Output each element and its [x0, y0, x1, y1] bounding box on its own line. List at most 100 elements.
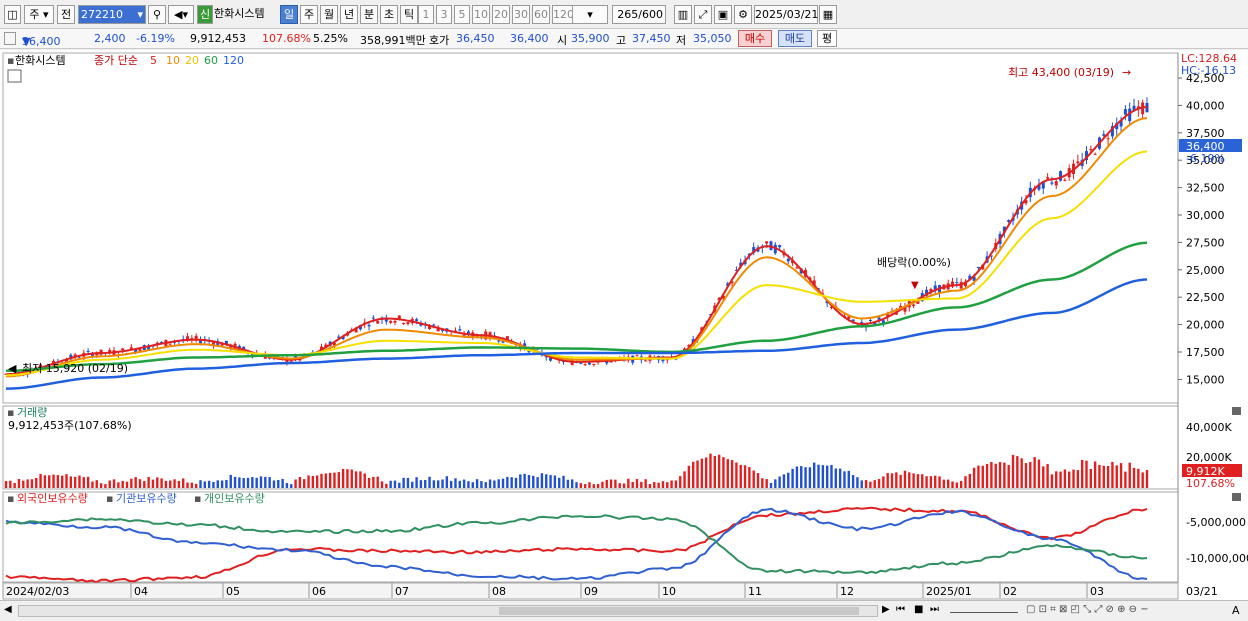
- eval-button[interactable]: 평: [817, 30, 837, 47]
- volume-bar: [1145, 470, 1149, 488]
- volume-bar: [769, 482, 773, 488]
- date-input[interactable]: 2025/03/21: [754, 5, 818, 24]
- candle-body: [1059, 171, 1063, 181]
- period-tab[interactable]: 주: [300, 5, 318, 24]
- volume-bar: [527, 475, 531, 488]
- search-icon[interactable]: ⚲: [148, 5, 166, 24]
- chart-area[interactable]: ▪ 한화시스템 종가 단순 5 10 20 60 120 LC:128.64 H…: [0, 50, 1248, 600]
- candle-icon[interactable]: ▥: [674, 5, 692, 24]
- first-icon[interactable]: ⏮: [896, 604, 905, 615]
- x-label: 04: [134, 585, 148, 598]
- chart-svg[interactable]: ▪ 한화시스템 종가 단순 5 10 20 60 120 LC:128.64 H…: [0, 50, 1248, 600]
- candle-body: [458, 329, 462, 331]
- period-tab[interactable]: 초: [380, 5, 398, 24]
- volume-bar: [156, 477, 159, 488]
- zoom-slider[interactable]: [950, 607, 1018, 613]
- interval-tab[interactable]: 1: [418, 5, 434, 24]
- volume-bar: [441, 479, 444, 488]
- x-label: 11: [748, 585, 762, 598]
- scroll-track[interactable]: [18, 605, 878, 617]
- count-input[interactable]: 265/600: [612, 5, 666, 24]
- ask-label: 호가: [429, 34, 450, 47]
- volume-bar: [311, 476, 315, 488]
- period-tab[interactable]: 월: [320, 5, 338, 24]
- volume-bar: [946, 479, 950, 488]
- volume-bar: [519, 474, 522, 488]
- collapse-toggle[interactable]: [4, 32, 16, 45]
- candle-body: [955, 282, 959, 284]
- toolbar: ◫ 주 ▾ 전 272210 ▾ ⚲ ◀▾ 신 한화시스템 일주월년분초틱 135…: [0, 0, 1248, 29]
- volume-bar: [147, 476, 150, 488]
- sell-button[interactable]: 매도: [778, 30, 812, 47]
- font-size-icon[interactable]: A: [1232, 604, 1240, 617]
- volume-bar: [13, 483, 16, 488]
- volume-bar: [683, 471, 686, 488]
- line-tool-icon[interactable]: ⤢: [694, 5, 712, 24]
- table-toggle-icon[interactable]: [7, 69, 22, 83]
- stop-icon[interactable]: ■: [914, 604, 923, 615]
- scroll-left-icon[interactable]: ◀: [4, 604, 12, 615]
- interval-tab[interactable]: 120: [552, 5, 574, 24]
- gear-icon[interactable]: ⚙: [734, 5, 752, 24]
- candle-body: [367, 324, 371, 327]
- interval-tab[interactable]: 10: [472, 5, 490, 24]
- vol-tick-20000: 20,000K: [1186, 451, 1232, 464]
- scroll-right-icon[interactable]: ▶: [882, 604, 890, 615]
- prev-button[interactable]: 전: [57, 5, 75, 24]
- price-tick: 42,500: [1186, 72, 1225, 85]
- volume-bar: [575, 482, 578, 488]
- volume-bar: [1003, 462, 1006, 488]
- x-label: 03: [1090, 585, 1104, 598]
- candle-body: [432, 324, 436, 326]
- price-tick: 27,500: [1186, 236, 1225, 249]
- volume-bar: [562, 475, 565, 488]
- interval-tab[interactable]: 5: [454, 5, 470, 24]
- volume-bar: [981, 465, 984, 488]
- close-panel-icon[interactable]: [1232, 493, 1241, 501]
- tool-icons[interactable]: ▢ ⊡ ⌗ ⊠ ◰ ⤡ ⤢ ⊘ ⊕ ⊖ −: [1026, 604, 1149, 615]
- volume-bar: [143, 481, 146, 488]
- period-tab[interactable]: 년: [340, 5, 358, 24]
- buy-button[interactable]: 매수: [738, 30, 772, 47]
- last-icon[interactable]: ⏭: [930, 604, 939, 615]
- interval-tab[interactable]: 20: [492, 5, 510, 24]
- period-tab[interactable]: 틱: [400, 5, 418, 24]
- volume-bar: [696, 460, 699, 488]
- volume-bar: [583, 484, 587, 488]
- scroll-thumb[interactable]: [499, 607, 859, 615]
- dropdown-icon[interactable]: ▾: [137, 6, 143, 23]
- close-panel-icon[interactable]: [1232, 407, 1241, 415]
- volume-bar: [774, 479, 777, 488]
- volume-bar: [182, 478, 185, 488]
- interval-tab[interactable]: 30: [512, 5, 530, 24]
- volume-bar: [242, 478, 245, 488]
- volume-bar: [268, 477, 271, 488]
- volume-bar: [203, 481, 207, 488]
- volume-bar: [91, 481, 94, 488]
- candle-body: [389, 320, 393, 323]
- interval-dropdown[interactable]: ▾: [572, 5, 608, 24]
- volume-bar: [813, 462, 816, 488]
- volume-bar: [838, 468, 842, 488]
- volume-bar: [609, 479, 613, 488]
- volume-bar: [82, 477, 85, 488]
- market-label: 주: [29, 8, 40, 21]
- save-icon[interactable]: ▣: [714, 5, 732, 24]
- volume-bar: [367, 477, 371, 488]
- volume-bar: [372, 476, 375, 488]
- calendar-icon[interactable]: ▦: [819, 5, 837, 24]
- code-input[interactable]: 272210 ▾: [78, 5, 146, 24]
- window-icon[interactable]: ◫: [4, 5, 21, 24]
- volume-bar: [255, 477, 258, 488]
- volume-bar: [765, 479, 768, 488]
- interval-tab[interactable]: 60: [532, 5, 550, 24]
- volume-bar: [43, 475, 47, 488]
- market-select[interactable]: 주 ▾: [24, 5, 54, 24]
- volume-bar: [895, 472, 898, 488]
- speaker-icon[interactable]: ◀▾: [168, 5, 194, 24]
- interval-tab[interactable]: 3: [436, 5, 452, 24]
- period-tab[interactable]: 일: [280, 5, 298, 24]
- period-tab[interactable]: 분: [360, 5, 378, 24]
- volume-bar: [653, 482, 656, 488]
- price-y-axis: 42,50040,00037,50035,00032,50030,00027,5…: [1178, 72, 1225, 386]
